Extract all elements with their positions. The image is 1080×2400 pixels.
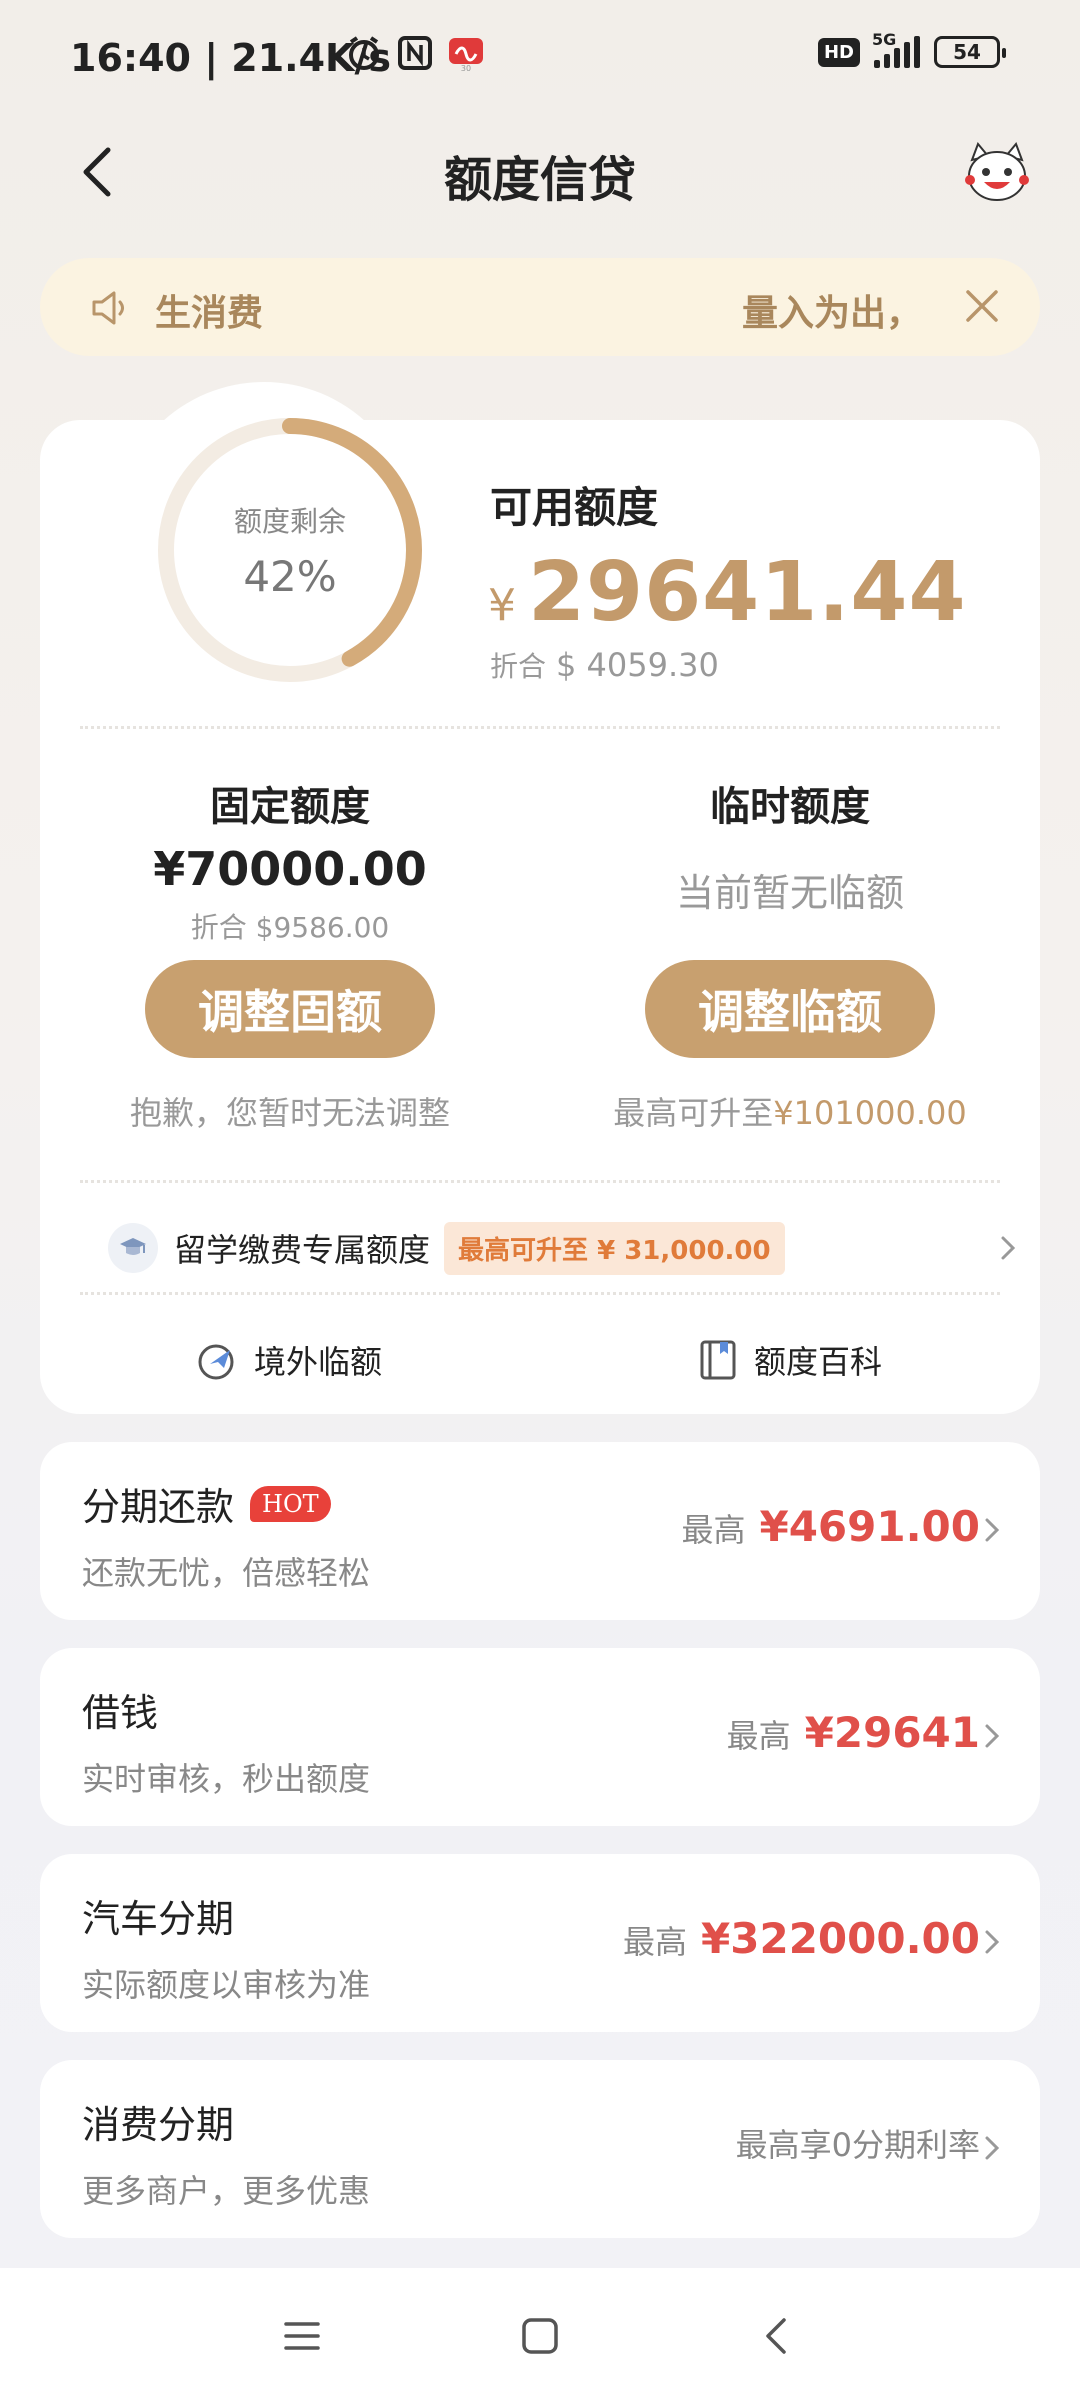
- back-icon[interactable]: [754, 2312, 802, 2360]
- status-right-icons: HD 5G 54: [817, 30, 1006, 68]
- notice-text-right: 量入为出，: [741, 293, 922, 334]
- status-left-icons: 30: [345, 34, 485, 72]
- fixed-credit-conversion: 折合 $9586.00: [190, 911, 390, 944]
- borrow-money-row[interactable]: 借钱 实时审核，秒出额度 最高 ¥29641: [40, 1648, 1040, 1826]
- temporary-adjust-note: 最高可升至¥101000.00: [560, 1088, 1020, 1134]
- max-prefix: 最高: [623, 1923, 688, 1961]
- car-installment-row[interactable]: 汽车分期 实际额度以审核为准 最高 ¥322000.00: [40, 1854, 1040, 2032]
- notice-text-left: 生消费: [155, 293, 264, 334]
- study-abroad-tag: 最高可升至 ¥ 31,000.00: [444, 1221, 785, 1275]
- installment-repayment-title: 分期还款: [82, 1485, 235, 1529]
- available-credit-amount: ¥ 29641.44: [488, 545, 967, 640]
- study-abroad-credit-row[interactable]: 留学缴费专属额度 最高可升至 ¥ 31,000.00: [108, 1218, 1028, 1278]
- car-installment-max: 最高 ¥322000.00: [623, 1914, 980, 1963]
- borrow-money-title: 借钱: [82, 1691, 159, 1735]
- consumer-installment-offer: 最高享0分期利率: [736, 2120, 980, 2166]
- overseas-temp-credit-link[interactable]: 境外临额: [196, 1330, 382, 1390]
- installment-repayment-subtitle: 还款无忧，倍感轻松: [82, 1554, 371, 1592]
- study-abroad-label: 留学缴费专属额度: [174, 1231, 431, 1269]
- mascot-icon[interactable]: [962, 138, 1032, 208]
- fixed-credit-section: 固定额度 ¥70000.00 折合 $9586.00: [80, 774, 500, 946]
- nfc-icon: [398, 36, 432, 70]
- row-title: 分期还款 HOT: [82, 1476, 331, 1531]
- navigation-bar: 额度信贷: [0, 120, 1080, 230]
- borrow-money-subtitle: 实时审核，秒出额度: [82, 1760, 371, 1798]
- ring-percent: 42%: [243, 552, 337, 601]
- available-usd-conversion: 折合 $ 4059.30: [490, 645, 719, 685]
- plane-globe-icon: [198, 1344, 234, 1380]
- alarm-icon: [349, 36, 379, 70]
- fixed-adjust-note: 抱歉，您暂时无法调整: [129, 1094, 450, 1132]
- divider: [80, 726, 1000, 729]
- status-time: 16:40 | 21.4K/s: [70, 36, 391, 80]
- installment-repayment-max: 最高 ¥4691.00: [681, 1502, 980, 1551]
- fixed-credit-title: 固定额度: [210, 784, 370, 830]
- close-icon[interactable]: [960, 284, 1004, 328]
- signal-5g-icon: 5G: [872, 30, 920, 68]
- overseas-temp-credit-label: 境外临额: [254, 1343, 383, 1381]
- consumer-installment-row[interactable]: 消费分期 更多商户，更多优惠 最高享0分期利率: [40, 2060, 1040, 2238]
- currency-symbol: ¥: [488, 580, 516, 631]
- borrow-money-max: 最高 ¥29641: [727, 1708, 980, 1757]
- max-value: ¥29641: [804, 1708, 980, 1757]
- max-value: ¥4691.00: [759, 1502, 980, 1551]
- available-usd-value: $ 4059.30: [556, 646, 719, 684]
- divider: [80, 1292, 1000, 1295]
- chevron-right-icon: [985, 1518, 1000, 1542]
- fixed-credit-amount: ¥70000.00: [153, 842, 427, 896]
- adjust-fixed-credit-button[interactable]: 调整固额: [145, 960, 435, 1058]
- system-navigation-bar: [0, 2268, 1080, 2400]
- max-prefix: 最高: [726, 1717, 791, 1755]
- temporary-note-prefix: 最高可升至: [613, 1094, 774, 1132]
- hd-icon: HD: [817, 37, 860, 67]
- page-title: 额度信贷: [443, 152, 636, 208]
- divider: [80, 1180, 1000, 1183]
- hot-badge: HOT: [250, 1485, 331, 1522]
- offer-text: 最高享0分期利率: [735, 2126, 980, 2164]
- conversion-label: 折合: [490, 650, 547, 683]
- notice-banner[interactable]: 生消费 量入为出，: [40, 258, 1040, 356]
- chevron-right-icon: [985, 1930, 1000, 1954]
- home-icon[interactable]: [516, 2312, 564, 2360]
- app-notification-icon: 30: [449, 38, 483, 72]
- consumer-installment-title: 消费分期: [82, 2103, 235, 2147]
- available-credit-title: 可用额度: [490, 483, 659, 532]
- credit-encyclopedia-link[interactable]: 额度百科: [696, 1330, 882, 1390]
- temporary-note-amount: ¥101000.00: [773, 1094, 967, 1132]
- temporary-credit-status: 当前暂无临额: [675, 871, 904, 915]
- battery-icon: 54: [934, 36, 1006, 68]
- menu-icon[interactable]: [278, 2312, 326, 2360]
- chevron-right-icon: [985, 2136, 1000, 2160]
- graduation-cap-icon: [108, 1223, 158, 1273]
- consumer-installment-subtitle: 更多商户，更多优惠: [82, 2172, 371, 2210]
- temporary-credit-section: 临时额度 当前暂无临额: [580, 774, 1000, 917]
- svg-text:30: 30: [461, 64, 471, 72]
- network-type: 5G: [872, 30, 897, 49]
- car-installment-subtitle: 实际额度以审核为准: [82, 1966, 371, 2004]
- ring-label: 额度剩余: [233, 505, 346, 538]
- remaining-quota-ring: [158, 418, 422, 682]
- speaker-icon: [92, 291, 124, 325]
- installment-repayment-row[interactable]: 分期还款 HOT 还款无忧，倍感轻松 最高 ¥4691.00: [40, 1442, 1040, 1620]
- chevron-right-icon: [1001, 1236, 1016, 1260]
- max-prefix: 最高: [681, 1511, 746, 1549]
- status-bar: 16:40 | 21.4K/s 30 HD 5G 54: [0, 0, 1080, 110]
- credit-encyclopedia-label: 额度百科: [754, 1343, 883, 1381]
- max-value: ¥322000.00: [701, 1914, 980, 1963]
- adjust-temporary-credit-button[interactable]: 调整临额: [645, 960, 935, 1058]
- car-installment-title: 汽车分期: [82, 1897, 235, 1941]
- temporary-credit-title: 临时额度: [710, 784, 870, 830]
- available-amount-value: 29641.44: [528, 545, 967, 640]
- book-icon: [700, 1340, 736, 1380]
- chevron-right-icon: [985, 1724, 1000, 1748]
